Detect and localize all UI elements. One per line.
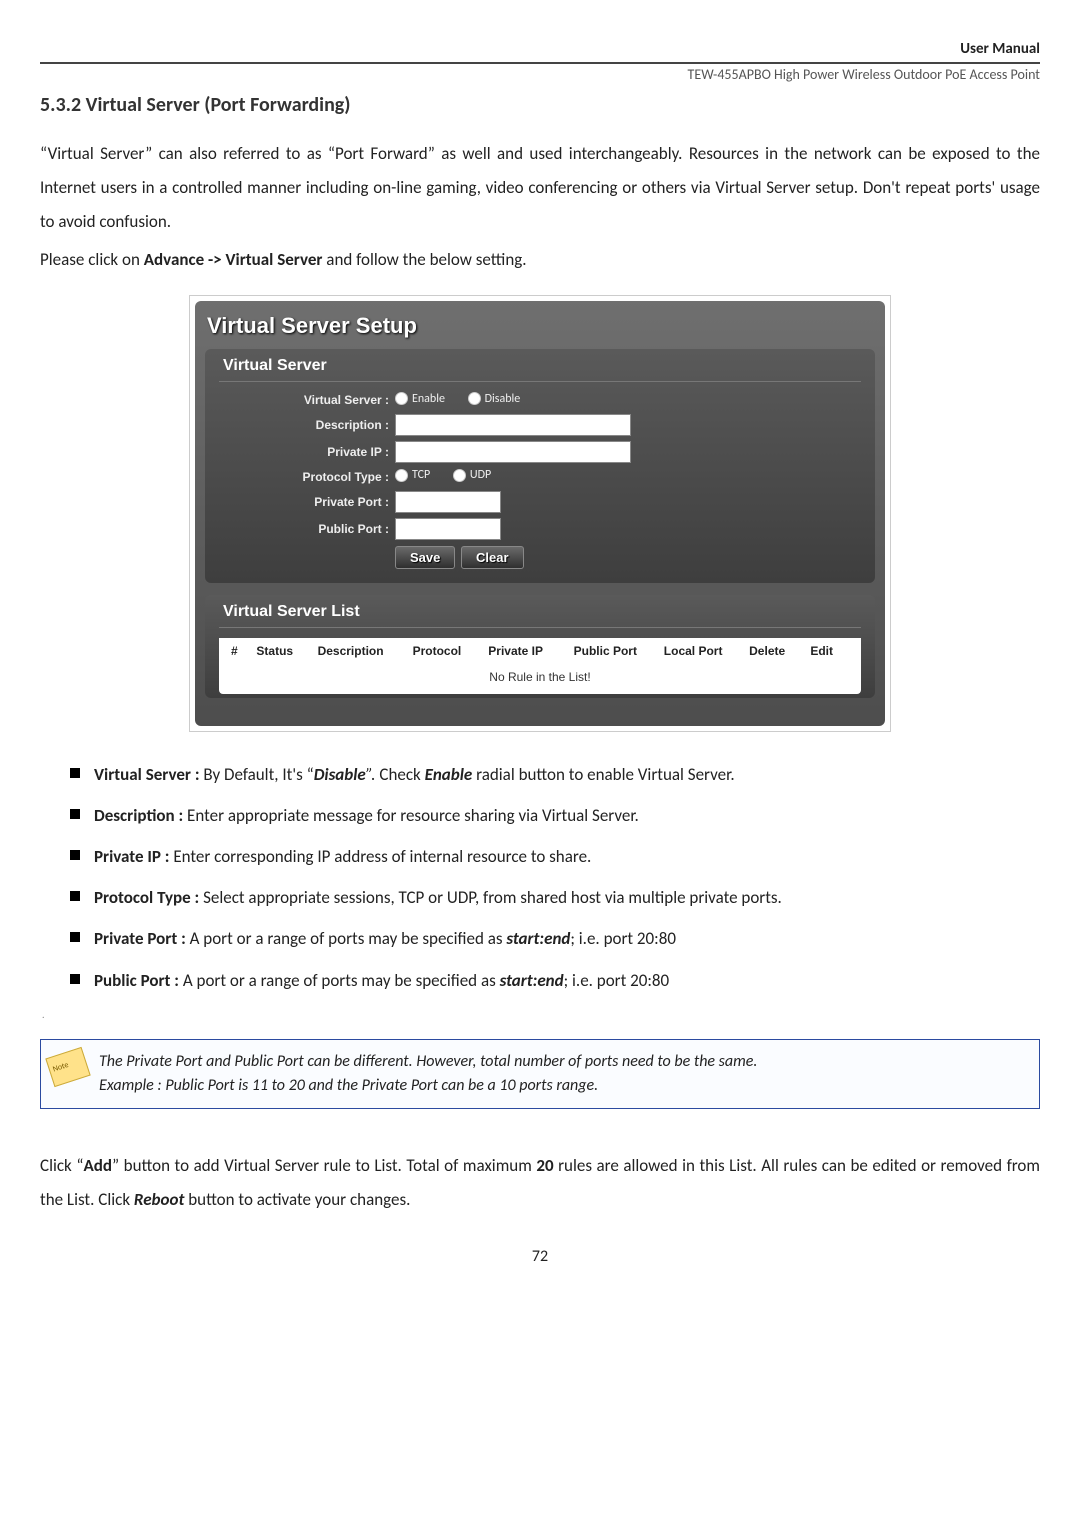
radio-enable[interactable]: Enable [395,392,445,406]
radio-icon [453,469,466,482]
radio-icon [395,469,408,482]
radio-tcp[interactable]: TCP [395,468,430,482]
intro-paragraph-2: Please click on Advance -> Virtual Serve… [40,245,1040,276]
col-description: Description [314,644,409,658]
row-virtual-server: Virtual Server : Enable Disable [219,392,861,410]
shot-title: Virtual Server Setup [207,313,873,339]
radio-enable-label: Enable [412,392,445,406]
b1-enable: Enable [425,764,473,785]
b4-label: Protocol Type : [94,887,203,908]
col-protocol: Protocol [409,644,485,658]
bullet-protocol-type: Protocol Type : Select appropriate sessi… [70,884,1040,911]
b5-label: Private Port : [94,928,190,949]
row-private-port: Private Port : [219,491,861,513]
panel-header-virtual-server: Virtual Server [219,349,861,382]
save-button[interactable]: Save [395,546,455,569]
description-input[interactable] [395,414,631,436]
note-icon [45,1047,90,1087]
b1-label: Virtual Server : [94,764,203,785]
b3-label: Private IP : [94,846,173,867]
para2-path: Advance -> Virtual Server [144,249,323,270]
row-private-ip: Private IP : [219,441,861,463]
note-line1: The Private Port and Public Port can be … [99,1050,1025,1074]
radio-disable[interactable]: Disable [468,392,521,406]
b6-t2: ; i.e. port 20:80 [564,970,670,991]
para2-post: and follow the below setting. [322,249,526,270]
label-private-port: Private Port : [219,495,395,509]
field-explanations-list: Virtual Server : By Default, It's “Disab… [40,761,1040,994]
col-private-ip: Private IP [484,644,569,658]
row-public-port: Public Port : [219,518,861,540]
bullet-description: Description : Enter appropriate message … [70,802,1040,829]
c-20: 20 [536,1155,553,1176]
page-number: 72 [40,1247,1040,1266]
virtual-server-list-panel: Virtual Server List # Status Description… [205,595,875,698]
radio-tcp-label: TCP [412,468,430,482]
row-description: Description : [219,414,861,436]
c-t1: Click “ [40,1155,83,1176]
bullet-private-port: Private Port : A port or a range of port… [70,925,1040,952]
header-rule [40,62,1040,64]
para2-pre: Please click on [40,249,144,270]
note-line2: Example : Public Port is 11 to 20 and th… [99,1074,1025,1098]
b3-text: Enter corresponding IP address of intern… [173,846,591,867]
radio-disable-label: Disable [485,392,521,406]
section-heading: 5.3.2 Virtual Server (Port Forwarding) [40,93,1040,117]
col-local-port: Local Port [660,644,745,658]
col-edit: Edit [806,644,853,658]
b5-startend: start:end [506,928,570,949]
vs-list-table: # Status Description Protocol Private IP… [219,638,861,694]
b6-t1: A port or a range of ports may be specif… [183,970,500,991]
public-port-input[interactable] [395,518,501,540]
clear-button[interactable]: Clear [461,546,524,569]
radio-icon [468,392,481,405]
label-virtual-server: Virtual Server : [219,393,395,407]
c-add: Add [83,1155,112,1176]
stray-dot: . [42,1008,1040,1021]
col-status: Status [252,644,313,658]
b5-t1: A port or a range of ports may be specif… [190,928,507,949]
radio-icon [395,392,408,405]
bullet-private-ip: Private IP : Enter corresponding IP addr… [70,843,1040,870]
c-t4: button to activate your changes. [184,1189,410,1210]
list-empty-message: No Rule in the List! [219,664,861,694]
label-description: Description : [219,418,395,432]
col-public-port: Public Port [570,644,660,658]
b4-text: Select appropriate sessions, TCP or UDP,… [203,887,782,908]
header-user-manual: User Manual [40,40,1040,58]
b5-t2: ; i.e. port 20:80 [570,928,676,949]
table-header-row: # Status Description Protocol Private IP… [219,638,861,664]
b2-text: Enter appropriate message for resource s… [187,805,639,826]
label-private-ip: Private IP : [219,445,395,459]
row-protocol-type: Protocol Type : TCP UDP [219,468,861,486]
private-port-input[interactable] [395,491,501,513]
panel-header-vs-list: Virtual Server List [219,595,861,628]
col-hash: # [227,644,252,658]
col-delete: Delete [745,644,806,658]
b2-label: Description : [94,805,187,826]
b1-t2: ”. [366,764,380,785]
b1-t3: Check [379,764,424,785]
virtual-server-setup-screenshot: Virtual Server Setup Virtual Server Virt… [190,296,890,731]
b1-t1: By Default, It's “ [203,764,313,785]
c-reboot: Reboot [134,1189,184,1210]
private-ip-input[interactable] [395,441,631,463]
b6-label: Public Port : [94,970,183,991]
note-box: The Private Port and Public Port can be … [40,1039,1040,1109]
radio-udp[interactable]: UDP [453,468,491,482]
label-protocol-type: Protocol Type : [219,470,395,484]
radio-udp-label: UDP [470,468,491,482]
bullet-virtual-server: Virtual Server : By Default, It's “Disab… [70,761,1040,788]
header-device: TEW-455APBO High Power Wireless Outdoor … [40,66,1040,83]
virtual-server-panel: Virtual Server Virtual Server : Enable D… [205,349,875,583]
b6-startend: start:end [500,970,564,991]
b1-disable: Disable [314,764,366,785]
bullet-public-port: Public Port : A port or a range of ports… [70,967,1040,994]
closing-paragraph: Click “Add” button to add Virtual Server… [40,1149,1040,1217]
intro-paragraph-1: “Virtual Server” can also referred to as… [40,137,1040,239]
c-t2: ” button to add Virtual Server rule to L… [112,1155,536,1176]
label-public-port: Public Port : [219,522,395,536]
b1-t4: radial button to enable Virtual Server. [472,764,734,785]
